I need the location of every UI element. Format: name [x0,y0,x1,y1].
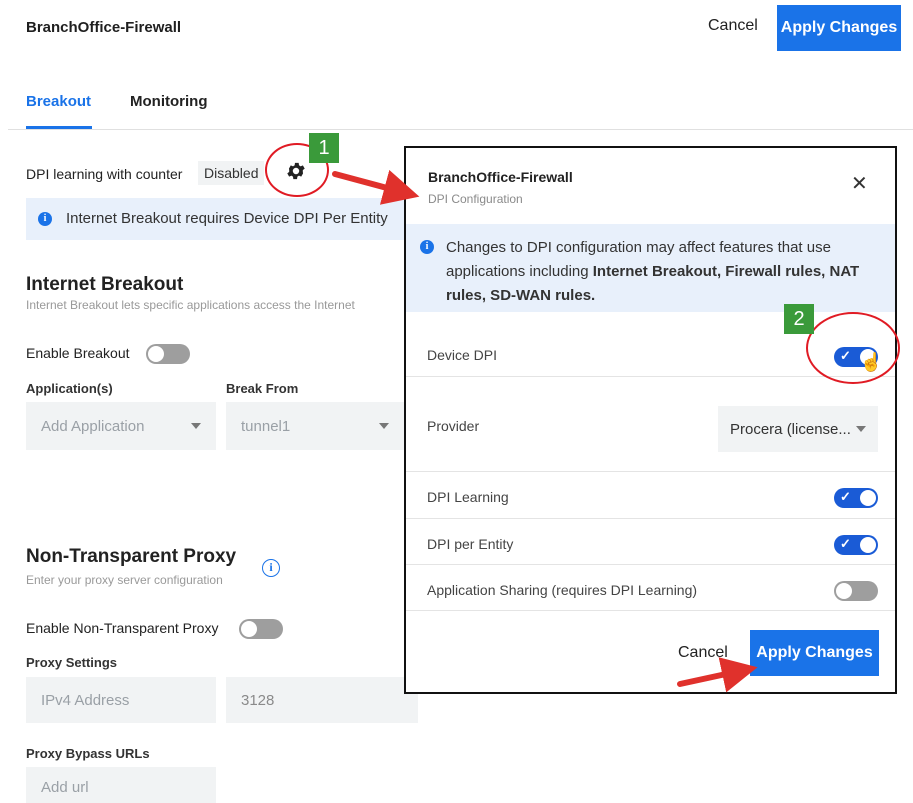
tabs-divider [8,129,913,130]
provider-label: Provider [427,418,480,434]
dpi-learning-label: DPI Learning [427,489,509,505]
proxy-bypass-header: Proxy Bypass URLs [26,746,150,761]
application-sharing-label: Application Sharing (requires DPI Learni… [427,582,698,598]
proxy-description: Enter your proxy server configuration [26,573,223,587]
info-icon: i [420,240,434,254]
close-icon[interactable]: ✕ [851,174,868,194]
chevron-down-icon [856,426,866,432]
dpi-requirement-info-banner: i Internet Breakout requires Device DPI … [26,198,416,240]
device-dpi-label: Device DPI [427,347,498,363]
dialog-subtitle: DPI Configuration [428,192,523,206]
chevron-down-icon [379,423,389,429]
dpi-configuration-dialog: BranchOffice-Firewall DPI Configuration … [404,146,897,694]
internet-breakout-description: Internet Breakout lets specific applicat… [26,298,355,312]
break-from-select[interactable]: tunnel1 [226,402,404,450]
dialog-title: BranchOffice-Firewall [428,169,573,185]
annotation-circle-device-dpi [806,312,900,384]
dialog-apply-changes-button[interactable]: Apply Changes [750,630,879,676]
applications-header: Application(s) [26,381,113,396]
proxy-info-icon[interactable]: i [262,559,280,577]
checkmark-icon: ✓ [840,536,851,551]
dialog-info-text: Changes to DPI configuration may affect … [446,236,876,308]
row-divider [406,610,895,611]
chevron-down-icon [191,423,201,429]
page-title: BranchOffice-Firewall [26,19,182,36]
tab-monitoring[interactable]: Monitoring [130,93,207,110]
tab-breakout[interactable]: Breakout [26,93,91,110]
enable-breakout-toggle[interactable] [146,344,190,364]
dpi-learning-toggle[interactable]: ✓ [834,488,878,508]
enable-breakout-label: Enable Breakout [26,345,130,361]
row-divider [406,518,895,519]
enable-proxy-label: Enable Non-Transparent Proxy [26,620,219,636]
application-sharing-toggle[interactable] [834,581,878,601]
cancel-button[interactable]: Cancel [708,17,758,35]
row-divider [406,564,895,565]
enable-proxy-toggle[interactable] [239,619,283,639]
dpi-counter-label: DPI learning with counter [26,166,183,182]
annotation-badge-step-2: 2 [784,304,814,334]
row-divider [406,376,895,377]
dpi-per-entity-label: DPI per Entity [427,536,514,552]
ipv4-address-input[interactable]: IPv4 Address [26,677,216,723]
hand-cursor-icon: ☝ [860,352,883,372]
internet-breakout-title: Internet Breakout [26,274,184,295]
annotation-arrow-1 [332,169,420,205]
dpi-counter-status-badge: Disabled [198,161,265,185]
break-from-header: Break From [226,381,299,396]
proxy-settings-header: Proxy Settings [26,655,118,670]
add-url-placeholder: Add url [41,778,89,796]
ipv4-placeholder: IPv4 Address [41,691,130,709]
add-application-placeholder: Add Application [41,417,145,435]
provider-value: Procera (license... [730,420,851,438]
add-url-input[interactable]: Add url [26,767,216,803]
break-from-value: tunnel1 [241,417,291,435]
row-divider [406,471,895,472]
proxy-title: Non-Transparent Proxy [26,546,237,567]
dialog-info-banner: i Changes to DPI configuration may affec… [406,224,895,312]
add-application-select[interactable]: Add Application [26,402,216,450]
dialog-cancel-button[interactable]: Cancel [678,644,728,662]
info-icon: i [38,212,52,226]
annotation-badge-step-1: 1 [309,133,339,163]
info-banner-text: Internet Breakout requires Device DPI Pe… [66,210,388,227]
checkmark-icon: ✓ [840,489,851,504]
proxy-port-value: 3128 [241,691,275,709]
dpi-per-entity-toggle[interactable]: ✓ [834,535,878,555]
apply-changes-button[interactable]: Apply Changes [777,5,901,51]
proxy-port-input[interactable]: 3128 [226,677,418,723]
provider-select[interactable]: Procera (license... [718,406,878,452]
